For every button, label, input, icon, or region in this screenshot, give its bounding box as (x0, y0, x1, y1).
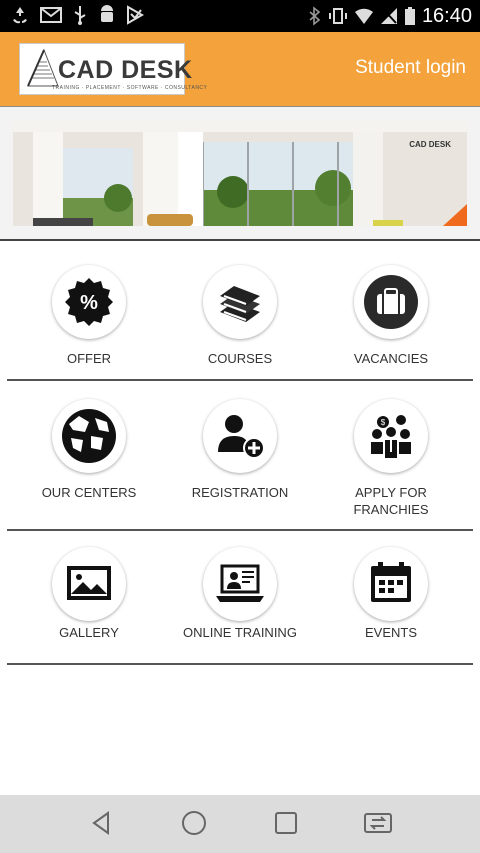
books-icon (220, 286, 260, 322)
gmail-icon (40, 7, 62, 23)
android-debug-icon (101, 5, 113, 22)
menu-grid: % OFFER COURSES VACANCIES OUR CENTERS RE… (0, 241, 480, 665)
online-training-label: ONLINE TRAINING (183, 625, 297, 640)
events-label: EVENTS (364, 625, 417, 640)
menu-row-1: % OFFER COURSES VACANCIES (0, 241, 480, 381)
menu-row-2: OUR CENTERS REGISTRATION $ APPLY FOR FRA… (0, 381, 480, 531)
laptop-teacher-icon (216, 564, 264, 602)
switch-app-icon[interactable] (362, 809, 394, 837)
registration-label: REGISTRATION (191, 485, 289, 500)
play-store-icon (127, 5, 144, 25)
row-divider (7, 663, 473, 665)
vibrate-icon (328, 8, 347, 24)
courses-icon-circle (203, 265, 277, 339)
logo-triangle-icon (27, 48, 59, 87)
menu-row-3: GALLERY ONLINE TRAINING EVENTS (0, 531, 480, 665)
menu-item-online-training[interactable]: ONLINE TRAINING (165, 531, 315, 665)
banner-section: CAD DESK (0, 107, 480, 240)
menu-item-our-centers[interactable]: OUR CENTERS (14, 381, 164, 531)
status-bar: 16:40 (0, 0, 480, 32)
app-header: CAD DESK TRAINING · PLACEMENT · SOFTWARE… (0, 32, 480, 106)
menu-item-offer[interactable]: % OFFER (14, 241, 164, 381)
student-login-link[interactable]: Student login (355, 57, 466, 79)
logo-tagline: TRAINING · PLACEMENT · SOFTWARE · CONSUL… (52, 85, 208, 91)
our-centers-icon-circle (52, 399, 126, 473)
interior-room-illustration (13, 120, 467, 226)
battery-icon (404, 7, 415, 25)
offer-label: OFFER (66, 351, 112, 366)
no-signal-icon (380, 8, 397, 24)
gallery-label: GALLERY (59, 625, 119, 640)
vacancies-label: VACANCIES (353, 351, 429, 366)
percent-badge-icon: % (65, 278, 113, 326)
menu-item-apply-franchise[interactable]: $ APPLY FOR FRANCHIES (316, 381, 466, 531)
franchise-icon: $ (371, 415, 411, 458)
globe-icon (62, 409, 116, 463)
offer-icon-circle: % (52, 265, 126, 339)
system-nav-bar (0, 795, 480, 853)
recycle-icon (13, 7, 27, 24)
our-centers-label: OUR CENTERS (41, 485, 137, 500)
menu-item-events[interactable]: EVENTS (316, 531, 466, 665)
franchise-label-line2: FRANCHIES (353, 502, 429, 517)
logo-text: CAD DESK (58, 56, 193, 84)
franchise-icon-circle: $ (354, 399, 428, 473)
gallery-icon-circle (52, 547, 126, 621)
add-user-icon (218, 415, 265, 459)
events-icon-circle (354, 547, 428, 621)
menu-item-courses[interactable]: COURSES (165, 241, 315, 381)
banner-image[interactable]: CAD DESK (13, 120, 467, 226)
menu-item-gallery[interactable]: GALLERY (14, 531, 164, 665)
back-icon[interactable] (88, 809, 116, 837)
registration-icon-circle (203, 399, 277, 473)
calendar-icon (371, 562, 411, 602)
briefcase-icon (364, 275, 418, 329)
svg-text:$: $ (381, 418, 386, 427)
image-icon (67, 566, 111, 600)
menu-item-registration[interactable]: REGISTRATION (165, 381, 315, 531)
franchise-label-line1: APPLY FOR (355, 485, 427, 500)
recents-icon[interactable] (272, 809, 300, 837)
usb-icon (74, 6, 86, 25)
svg-text:%: % (80, 292, 98, 314)
cad-desk-logo[interactable]: CAD DESK TRAINING · PLACEMENT · SOFTWARE… (19, 43, 207, 95)
vacancies-icon-circle (354, 265, 428, 339)
wifi-icon (354, 8, 373, 24)
banner-brand-text: CAD DESK (409, 140, 451, 149)
bluetooth-icon (309, 6, 321, 26)
menu-item-vacancies[interactable]: VACANCIES (316, 241, 466, 381)
clock: 16:40 (421, 5, 472, 27)
online-training-icon-circle (203, 547, 277, 621)
home-icon[interactable] (180, 809, 208, 837)
courses-label: COURSES (207, 351, 273, 366)
